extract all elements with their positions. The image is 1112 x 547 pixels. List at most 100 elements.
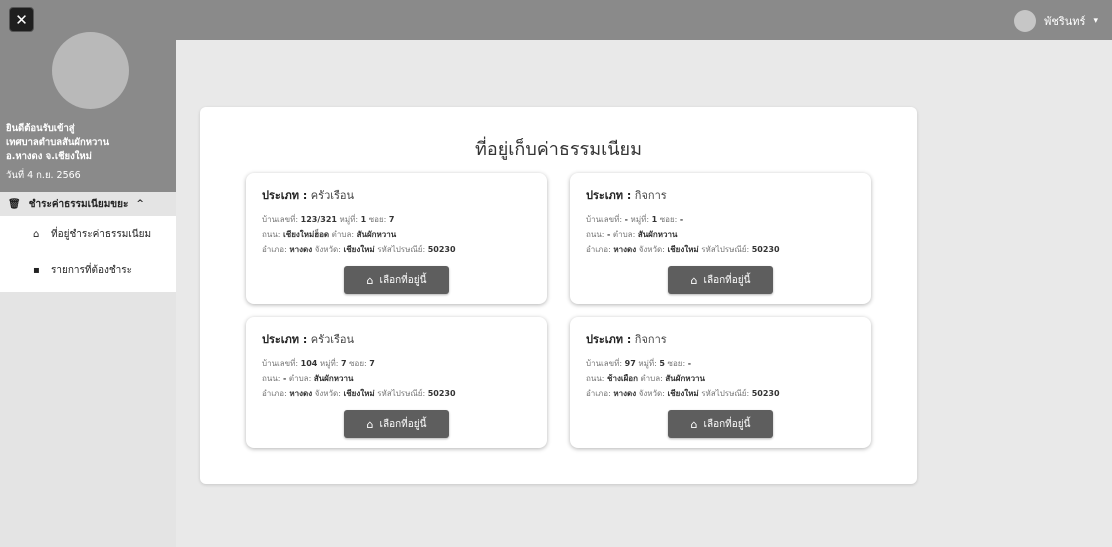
type-label: ประเภท : (586, 333, 632, 346)
house-no-value: - (624, 215, 628, 224)
sidebar-item-label: ที่อยู่ชำระค่าธรรมเนียม (51, 228, 152, 240)
postcode-label: รหัสไปรษณีย์: (701, 389, 750, 398)
type-value: ครัวเรือน (310, 189, 355, 202)
trash-icon: 🗑 (8, 198, 21, 210)
close-sidebar-button[interactable]: ✕ (9, 7, 34, 32)
road-label: ถนน: (586, 374, 605, 383)
district-label: อำเภอ: (262, 245, 287, 254)
address-type: ประเภท : กิจการ (586, 330, 667, 348)
address-line-road: ถนน: ช้างเผือก ตำบล: สันผักหวาน (586, 372, 705, 385)
house-no-label: บ้านเลขที่: (586, 359, 623, 368)
sidebar-item-payment-address[interactable]: ⌂ ที่อยู่ชำระค่าธรรมเนียม (0, 216, 176, 252)
road-value: ช้างเผือก (607, 374, 638, 383)
address-line-house: บ้านเลขที่: 123/321 หมู่ที่: 1 ซอย: 7 (262, 213, 394, 226)
house-no-value: 123/321 (300, 215, 337, 224)
type-label: ประเภท : (262, 189, 308, 202)
province-label: จังหวัด: (638, 245, 665, 254)
sidebar-submenu: ⌂ ที่อยู่ชำระค่าธรรมเนียม ▪ รายการที่ต้อ… (0, 216, 176, 292)
province-value: เชียงใหม่ (343, 245, 375, 254)
house-no-label: บ้านเลขที่: (262, 359, 299, 368)
subdistrict-label: ตำบล: (331, 230, 355, 239)
postcode-label: รหัสไปรษณีย์: (377, 389, 426, 398)
moo-label: หมู่ที่: (638, 359, 657, 368)
road-label: ถนน: (262, 374, 281, 383)
postcode-value: 50230 (427, 245, 456, 254)
postcode-label: รหัสไปรษณีย์: (701, 245, 750, 254)
list-icon: ▪ (33, 264, 40, 276)
user-name[interactable]: พัชรินทร์ (1044, 12, 1085, 30)
address-line-district: อำเภอ: หางดง จังหวัด: เชียงใหม่ รหัสไปรษ… (586, 243, 780, 256)
sidebar-group-waste-fee[interactable]: 🗑 ชำระค่าธรรมเนียมขยะ ^ (0, 192, 176, 216)
avatar (52, 32, 129, 109)
subdistrict-value: สันผักหวาน (356, 230, 397, 239)
province-label: จังหวัด: (314, 245, 341, 254)
soi-label: ซอย: (349, 359, 367, 368)
soi-value: - (679, 215, 684, 224)
address-line-district: อำเภอ: หางดง จังหวัด: เชียงใหม่ รหัสไปรษ… (586, 387, 780, 400)
address-line-district: อำเภอ: หางดง จังหวัด: เชียงใหม่ รหัสไปรษ… (262, 243, 456, 256)
address-line-house: บ้านเลขที่: 97 หมู่ที่: 5 ซอย: - (586, 357, 691, 370)
type-label: ประเภท : (586, 189, 632, 202)
soi-label: ซอย: (659, 215, 678, 224)
sidebar: ✕ ยินดีต้อนรับเข้าสู่ เทศบาลตำบลสันผักหว… (0, 0, 176, 547)
moo-value: 5 (659, 359, 665, 368)
soi-value: 7 (388, 215, 395, 224)
select-address-label: เลือกที่อยู่นี้ (703, 274, 751, 286)
moo-label: หมู่ที่: (630, 215, 650, 224)
address-type: ประเภท : ครัวเรือน (262, 330, 354, 348)
subdistrict-label: ตำบล: (640, 374, 663, 383)
address-card: ประเภท : กิจการ บ้านเลขที่: - หมู่ที่: 1… (570, 173, 871, 304)
house-no-label: บ้านเลขที่: (262, 215, 299, 224)
address-line-house: บ้านเลขที่: - หมู่ที่: 1 ซอย: - (586, 213, 683, 226)
current-date: วันที่ 4 ก.ย. 2566 (6, 170, 81, 181)
select-address-button[interactable]: ⌂ เลือกที่อยู่นี้ (344, 410, 449, 438)
sidebar-item-payment-list[interactable]: ▪ รายการที่ต้องชำระ (0, 252, 176, 288)
select-address-button[interactable]: ⌂ เลือกที่อยู่นี้ (668, 266, 773, 294)
select-address-label: เลือกที่อยู่นี้ (703, 418, 751, 430)
soi-label: ซอย: (667, 359, 686, 368)
address-line-district: อำเภอ: หางดง จังหวัด: เชียงใหม่ รหัสไปรษ… (262, 387, 456, 400)
welcome-line: อ.หางดง จ.เชียงใหม่ (6, 151, 92, 162)
address-line-road: ถนน: - ตำบล: สันผักหวาน (262, 372, 353, 385)
subdistrict-value: สันผักหวาน (665, 374, 706, 383)
type-value: ครัวเรือน (310, 333, 355, 346)
home-icon: ⌂ (690, 273, 698, 287)
subdistrict-label: ตำบล: (612, 230, 636, 239)
user-menu[interactable]: พัชรินทร์ ▾ (1014, 10, 1098, 32)
province-value: เชียงใหม่ (343, 389, 375, 398)
province-label: จังหวัด: (314, 389, 341, 398)
address-line-house: บ้านเลขที่: 104 หมู่ที่: 7 ซอย: 7 (262, 357, 375, 370)
sidebar-item-label: รายการที่ต้องชำระ (51, 264, 133, 276)
address-card: ประเภท : ครัวเรือน บ้านเลขที่: 104 หมู่ท… (246, 317, 547, 448)
home-icon: ⌂ (366, 417, 374, 431)
moo-label: หมู่ที่: (319, 359, 339, 368)
page-title: ที่อยู่เก็บค่าธรรมเนียม (475, 139, 642, 160)
select-address-label: เลือกที่อยู่นี้ (379, 418, 427, 430)
house-no-value: 97 (624, 359, 636, 368)
postcode-label: รหัสไปรษณีย์: (377, 245, 426, 254)
welcome-line: เทศบาลตำบลสันผักหวาน (6, 137, 110, 148)
close-icon: ✕ (15, 10, 28, 29)
subdistrict-value: สันผักหวาน (313, 374, 354, 383)
postcode-value: 50230 (751, 389, 780, 398)
address-card: ประเภท : กิจการ บ้านเลขที่: 97 หมู่ที่: … (570, 317, 871, 448)
select-address-button[interactable]: ⌂ เลือกที่อยู่นี้ (668, 410, 773, 438)
user-avatar[interactable] (1014, 10, 1037, 32)
soi-label: ซอย: (368, 215, 387, 224)
moo-label: หมู่ที่: (339, 215, 359, 224)
select-address-button[interactable]: ⌂ เลือกที่อยู่นี้ (344, 266, 449, 294)
welcome-line: ยินดีต้อนรับเข้าสู่ (6, 123, 75, 134)
district-value: หางดง (289, 389, 313, 398)
chevron-down-icon[interactable]: ▾ (1093, 16, 1098, 26)
district-value: หางดง (289, 245, 313, 254)
app: พัชรินทร์ ▾ ✕ ยินดีต้อนรับเข้าสู่ เทศบาล… (0, 0, 1112, 547)
subdistrict-value: สันผักหวาน (637, 230, 678, 239)
road-value: - (607, 230, 611, 239)
road-value: เชียงใหม่ฮ็อด (283, 230, 330, 239)
address-panel: ที่อยู่เก็บค่าธรรมเนียม ประเภท : ครัวเรื… (200, 107, 917, 484)
home-icon: ⌂ (690, 417, 698, 431)
home-icon: ⌂ (33, 228, 40, 240)
road-label: ถนน: (586, 230, 605, 239)
province-label: จังหวัด: (638, 389, 665, 398)
chevron-up-icon: ^ (136, 199, 144, 209)
